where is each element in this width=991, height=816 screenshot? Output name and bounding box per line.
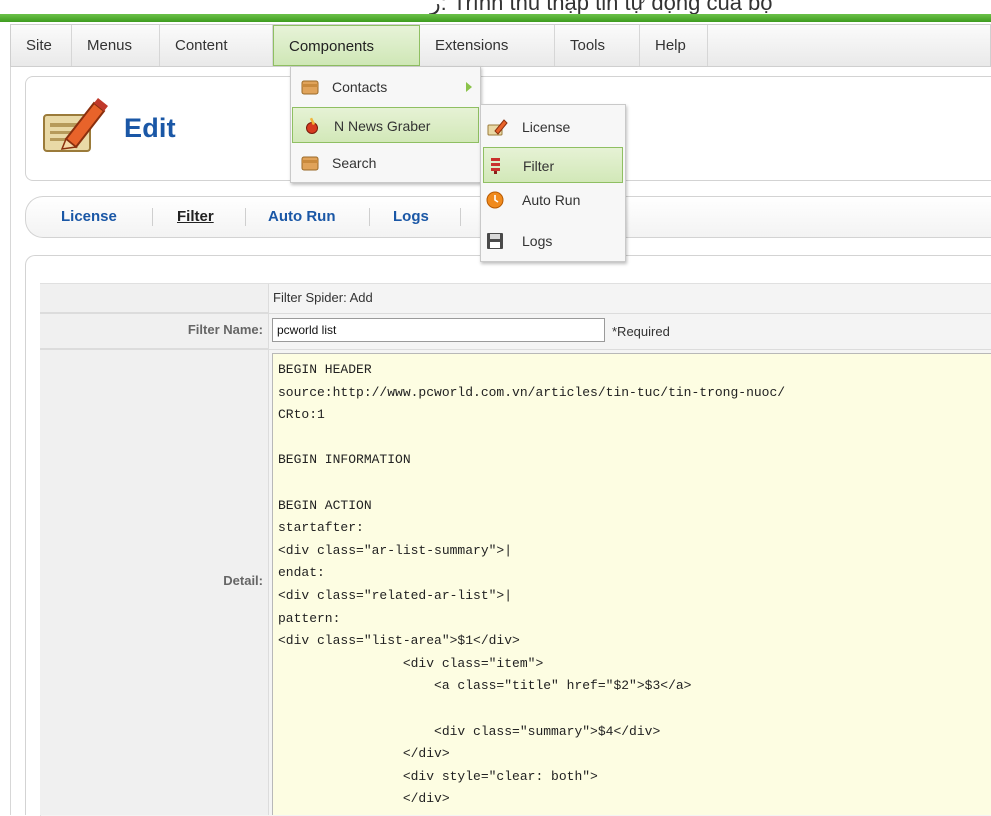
filter-name-label: Filter Name:	[187, 322, 263, 337]
menu-content[interactable]: Content	[160, 25, 273, 66]
submenu-license[interactable]: License	[61, 208, 117, 225]
submenu-divider	[245, 208, 246, 226]
row-divider	[40, 313, 991, 314]
page-title: Edit	[124, 113, 176, 143]
detail-label: Detail:	[223, 573, 263, 588]
save-icon	[487, 233, 503, 249]
graber-submenu: License Filter Auto Run Logs	[480, 104, 626, 262]
folder-icon	[301, 156, 319, 171]
edit-icon	[43, 98, 108, 152]
menu-item-filter[interactable]: Filter	[483, 147, 623, 183]
menu-item-label: Filter	[523, 158, 555, 174]
menu-item-license[interactable]: License	[481, 109, 625, 145]
top-green-bar	[0, 14, 991, 22]
menu-extensions[interactable]: Extensions	[420, 25, 555, 66]
menu-site[interactable]: Site	[11, 25, 72, 66]
form-heading: Filter Spider: Add	[273, 290, 373, 305]
form-key-cell	[40, 284, 269, 313]
menu-menus[interactable]: Menus	[72, 25, 160, 66]
submenu-logs[interactable]: Logs	[393, 208, 429, 225]
menu-item-n-news-graber[interactable]: N News Graber	[292, 107, 479, 143]
news-graber-icon	[306, 117, 318, 134]
menu-components[interactable]: Components	[273, 25, 420, 66]
menu-item-label: Logs	[522, 233, 553, 249]
menu-item-label: N News Graber	[334, 118, 431, 134]
detail-textarea[interactable]: BEGIN HEADER source:http://www.pcworld.c…	[272, 353, 991, 815]
main-menubar: Site Menus Content Components Extensions…	[10, 24, 991, 67]
filter-name-input[interactable]	[272, 318, 605, 342]
menu-item-search[interactable]: Search	[291, 145, 480, 181]
submenu-divider	[460, 208, 461, 226]
menu-item-logs[interactable]: Logs	[481, 223, 625, 259]
submenu-divider	[369, 208, 370, 226]
edit-icon	[487, 119, 508, 136]
menu-tools[interactable]: Tools	[555, 25, 640, 66]
components-dropdown: Contacts N News Graber Search	[290, 66, 481, 183]
top-banner: ر: Trình thu thập tin tự động của bộ	[0, 0, 991, 22]
submenu-auto-run[interactable]: Auto Run	[268, 208, 335, 225]
clock-icon	[486, 191, 504, 209]
menu-item-label: Contacts	[332, 79, 388, 95]
filter-icon	[491, 158, 500, 174]
menu-item-label: License	[522, 119, 571, 135]
menu-item-contacts[interactable]: Contacts	[291, 69, 480, 105]
menu-item-label: Auto Run	[522, 192, 581, 208]
folder-icon	[301, 80, 319, 95]
chevron-right-icon	[466, 82, 472, 92]
submenu-filter[interactable]: Filter	[177, 208, 214, 225]
menu-item-auto-run[interactable]: Auto Run	[481, 185, 625, 221]
required-text: *Required	[612, 324, 670, 339]
detail-text: BEGIN HEADER source:http://www.pcworld.c…	[278, 362, 786, 815]
submenu-divider	[152, 208, 153, 226]
row-divider	[40, 349, 991, 350]
left-border	[10, 67, 11, 815]
menu-item-label: Search	[332, 155, 377, 171]
menu-help[interactable]: Help	[640, 25, 708, 66]
